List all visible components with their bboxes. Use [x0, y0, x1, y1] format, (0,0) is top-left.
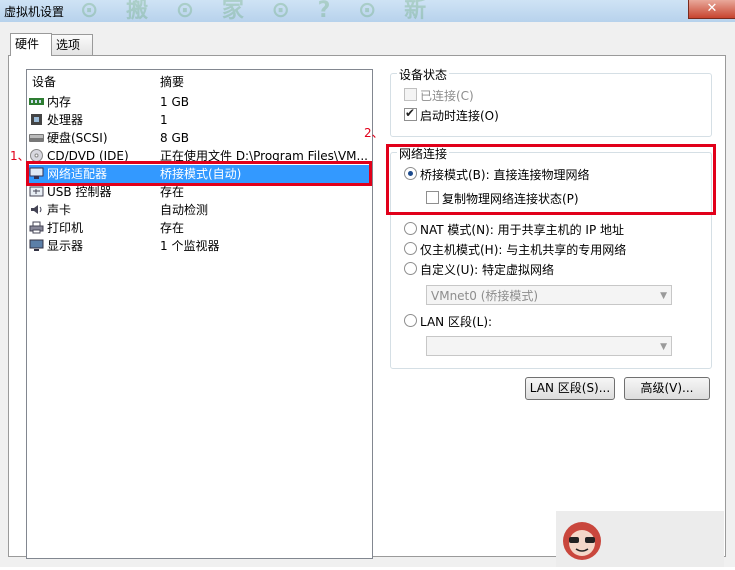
- lan-segment-radio[interactable]: [404, 314, 417, 327]
- chevron-down-icon: ▼: [660, 291, 667, 301]
- mascot-logo-icon: [563, 522, 601, 560]
- summary-column-header[interactable]: 摘要: [160, 73, 184, 89]
- device-summary: 8 GB: [160, 131, 189, 145]
- lan-segment-label: LAN 区段(L):: [420, 315, 493, 329]
- chevron-down-icon: ▼: [660, 342, 667, 352]
- title-bar: ⊙ 搬 ⊙ 家 ⊙ ? ⊙ 新 虚拟机设置 ✕: [0, 0, 735, 23]
- device-row-sound[interactable]: 声卡 自动检测: [27, 201, 372, 219]
- connected-checkbox[interactable]: [404, 88, 417, 101]
- monitor-icon: [29, 239, 44, 251]
- highlight-bridged-mode: [386, 144, 716, 215]
- device-column-header[interactable]: 设备: [32, 73, 56, 89]
- highlight-network-adapter: [26, 161, 372, 186]
- connect-on-start-checkbox[interactable]: [404, 106, 417, 121]
- device-status-title: 设备状态: [397, 66, 450, 83]
- memory-icon: [29, 98, 44, 105]
- device-status-group: 设备状态: [390, 66, 712, 137]
- annotation-1: 1、: [10, 149, 30, 163]
- custom-label: 自定义(U): 特定虚拟网络: [420, 263, 555, 277]
- printer-icon: [29, 221, 44, 234]
- nat-label: NAT 模式(N): 用于共享主机的 IP 地址: [420, 223, 625, 237]
- device-name: 打印机: [47, 221, 84, 235]
- advanced-button[interactable]: 高级(V)...: [624, 377, 710, 400]
- device-name: 处理器: [47, 113, 84, 127]
- device-name: 显示器: [47, 239, 84, 253]
- close-button[interactable]: ✕: [688, 0, 735, 19]
- connected-label: 已连接(C): [420, 89, 474, 103]
- window-title: 虚拟机设置: [4, 5, 65, 19]
- device-name: 内存: [47, 95, 72, 109]
- sound-icon: [31, 205, 42, 214]
- device-list[interactable]: 设备 摘要 内存 1 GB 处理器 1 硬盘(SCSI) 8 GB CD/DVD…: [26, 69, 373, 559]
- device-summary: 自动检测: [160, 203, 209, 217]
- device-row-memory[interactable]: 内存 1 GB: [27, 93, 372, 111]
- device-summary: 存在: [160, 221, 185, 235]
- host-only-radio[interactable]: [404, 242, 417, 255]
- lan-segment-select[interactable]: ▼: [426, 336, 672, 356]
- connect-on-start-label: 启动时连接(O): [420, 109, 499, 123]
- device-name: 硬盘(SCSI): [47, 131, 108, 145]
- usb-icon: [29, 186, 44, 197]
- nat-radio[interactable]: [404, 222, 417, 235]
- lan-segments-button[interactable]: LAN 区段(S)...: [525, 377, 615, 400]
- host-only-label: 仅主机模式(H): 与主机共享的专用网络: [420, 243, 627, 257]
- custom-radio[interactable]: [404, 262, 417, 275]
- device-row-printer[interactable]: 打印机 存在: [27, 219, 372, 237]
- cpu-icon: [31, 114, 42, 125]
- tab-hardware[interactable]: 硬件: [10, 33, 52, 56]
- watermark-text: ⊙ 搬 ⊙ 家 ⊙ ? ⊙ 新: [80, 0, 437, 23]
- disk-icon: [29, 134, 44, 142]
- annotation-2: 2、: [364, 126, 384, 140]
- tab-options[interactable]: 选项: [51, 34, 93, 55]
- device-row-disk[interactable]: 硬盘(SCSI) 8 GB: [27, 129, 372, 147]
- device-summary: 1: [160, 113, 168, 127]
- corner-logo: [556, 511, 724, 567]
- custom-network-select[interactable]: VMnet0 (桥接模式) ▼: [426, 285, 672, 305]
- device-summary: 1 个监视器: [160, 239, 220, 253]
- device-name: 声卡: [47, 203, 72, 217]
- device-summary: 1 GB: [160, 95, 189, 109]
- device-row-display[interactable]: 显示器 1 个监视器: [27, 237, 372, 255]
- device-row-processor[interactable]: 处理器 1: [27, 111, 372, 129]
- custom-network-value: VMnet0 (桥接模式): [431, 289, 539, 303]
